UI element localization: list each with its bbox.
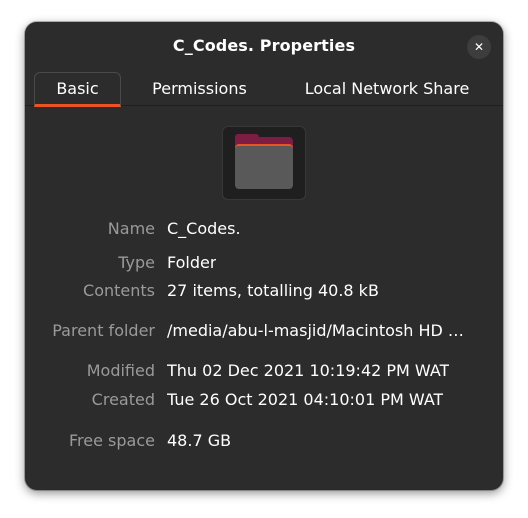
tab-permissions-label: Permissions — [152, 79, 247, 98]
name-label: Name — [107, 219, 155, 238]
contents-value[interactable]: 27 items, totalling 40.8 kB — [167, 281, 379, 300]
free-space-value[interactable]: 48.7 GB — [167, 431, 231, 450]
type-value[interactable]: Folder — [167, 253, 216, 272]
close-button[interactable]: ✕ — [467, 35, 491, 59]
created-label: Created — [91, 390, 155, 409]
name-value[interactable]: C_Codes. — [167, 219, 241, 238]
modified-label: Modified — [86, 361, 155, 380]
tab-basic[interactable]: Basic — [34, 72, 121, 107]
folder-front-shape — [235, 144, 293, 189]
contents-label: Contents — [83, 281, 155, 300]
tab-local-network-share-label: Local Network Share — [304, 79, 470, 98]
free-space-label: Free space — [69, 431, 155, 450]
properties-dialog: C_Codes. Properties ✕ Basic Permissions … — [25, 22, 503, 490]
title-bar[interactable]: C_Codes. Properties ✕ — [25, 22, 503, 69]
tab-bar: Basic Permissions Local Network Share — [25, 69, 503, 107]
close-icon: ✕ — [473, 40, 485, 54]
window-title: C_Codes. Properties — [172, 36, 356, 55]
folder-icon-button[interactable] — [222, 126, 306, 200]
parent-folder-value[interactable]: /media/abu-l-masjid/Macintosh HD … — [167, 321, 464, 340]
type-label: Type — [118, 253, 155, 272]
tab-basic-label: Basic — [56, 79, 99, 98]
created-value[interactable]: Tue 26 Oct 2021 04:10:01 PM WAT — [167, 390, 443, 409]
parent-folder-label: Parent folder — [52, 321, 155, 340]
tab-permissions[interactable]: Permissions — [143, 72, 256, 105]
modified-value[interactable]: Thu 02 Dec 2021 10:19:42 PM WAT — [167, 361, 449, 380]
tab-local-network-share[interactable]: Local Network Share — [295, 72, 479, 105]
